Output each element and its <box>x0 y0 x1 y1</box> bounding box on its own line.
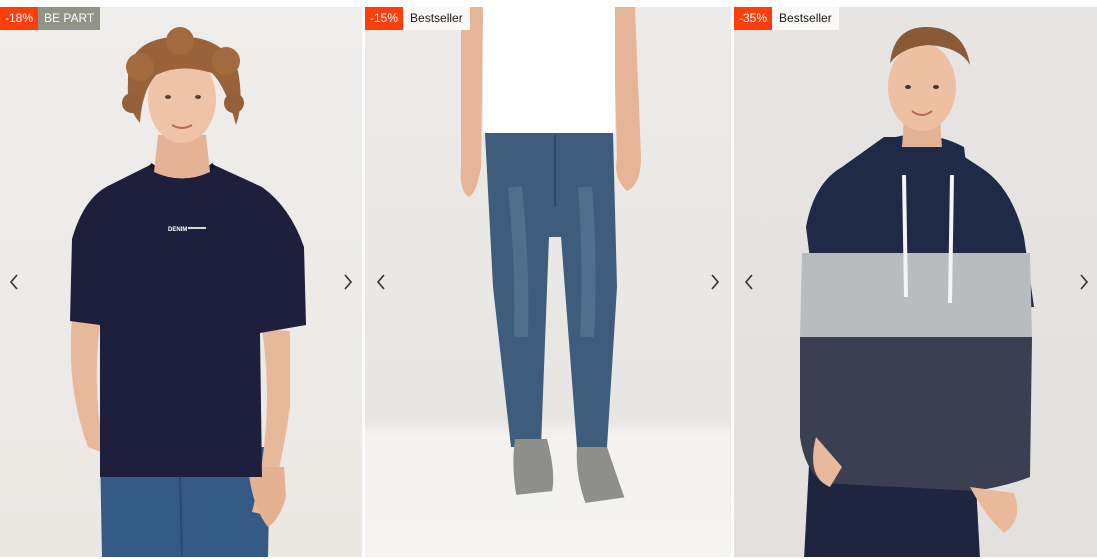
discount-badge: -18% <box>0 7 39 30</box>
product-card-jeans[interactable]: -15% Bestseller <box>365 7 731 557</box>
carousel-next-button[interactable] <box>1074 272 1094 292</box>
carousel-next-button[interactable] <box>705 272 725 292</box>
badge-group: -35% Bestseller <box>734 7 839 30</box>
chevron-right-icon <box>344 274 353 290</box>
product-grid: DENIM -18% BE PART -15% Bestseller -35% … <box>0 7 1097 559</box>
bestseller-badge: Bestseller <box>403 7 470 30</box>
chevron-right-icon <box>711 274 720 290</box>
carousel-prev-button[interactable] <box>4 272 24 292</box>
product-image-tshirt[interactable]: DENIM <box>0 7 362 557</box>
bestseller-badge: Bestseller <box>772 7 839 30</box>
shirt-print-text: DENIM <box>168 227 187 233</box>
product-card-tshirt[interactable]: DENIM -18% BE PART <box>0 7 362 557</box>
discount-badge: -15% <box>365 7 404 30</box>
product-image-sweatshirt[interactable] <box>734 7 1097 557</box>
be-part-badge: BE PART <box>38 7 101 30</box>
product-image-jeans[interactable] <box>365 7 731 557</box>
chevron-left-icon <box>744 274 753 290</box>
chevron-right-icon <box>1080 274 1089 290</box>
carousel-next-button[interactable] <box>338 272 358 292</box>
discount-badge: -35% <box>734 7 773 30</box>
badge-group: -18% BE PART <box>0 7 101 30</box>
carousel-prev-button[interactable] <box>739 272 759 292</box>
carousel-prev-button[interactable] <box>371 272 391 292</box>
chevron-left-icon <box>376 274 385 290</box>
product-card-sweatshirt[interactable]: -35% Bestseller <box>734 7 1097 557</box>
badge-group: -15% Bestseller <box>365 7 470 30</box>
chevron-left-icon <box>9 274 18 290</box>
